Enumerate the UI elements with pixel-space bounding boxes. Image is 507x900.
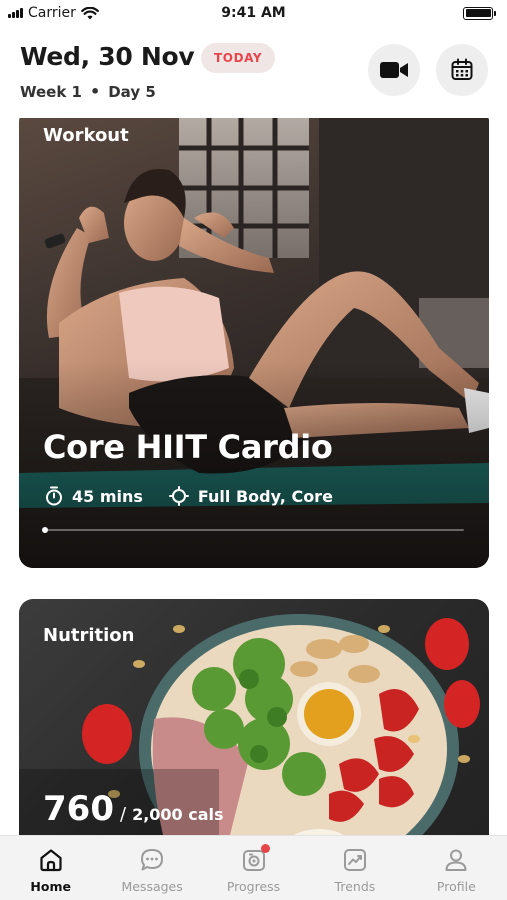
stopwatch-icon [46,486,62,506]
signal-icon [8,8,23,18]
carrier-name: Carrier [28,5,76,21]
workout-meta: 45 mins Full Body, Core [45,486,349,506]
calorie-summary: 760 / 2,000 cals [43,789,224,829]
tab-home-label: Home [30,879,71,894]
today-badge[interactable]: TODAY [201,43,276,73]
tab-bar: Home Messages Progress Trends Profile [0,835,507,900]
week-label: Week 1 [20,82,82,101]
tab-progress[interactable]: Progress [203,836,304,900]
tab-progress-label: Progress [226,879,281,894]
home-icon [40,849,62,872]
nutrition-card[interactable]: Nutrition 760 / 2,000 cals [19,599,489,835]
workout-label: Workout [43,125,129,146]
separator-dot: • [90,82,101,101]
workout-progress-bar [42,527,464,533]
tab-trends-label: Trends [334,879,376,894]
workout-title: Core HIIT Cardio [43,428,333,466]
tab-home[interactable]: Home [0,836,101,900]
status-bar: Carrier 9:41 AM [0,0,507,26]
calorie-separator: / [119,804,127,825]
workout-duration: 45 mins [72,486,143,506]
tab-trends[interactable]: Trends [304,836,405,900]
day-label: Day 5 [108,82,156,101]
status-left: Carrier [8,5,99,21]
progress-notification-dot [260,844,270,853]
video-camera-icon [380,62,408,78]
tab-profile[interactable]: Profile [406,836,507,900]
tab-messages[interactable]: Messages [101,836,202,900]
feed[interactable]: Workout Core HIIT Cardio 45 mins Full Bo… [0,118,507,835]
duration-item: 45 mins [45,486,143,506]
page-title: Wed, 30 Nov [20,42,195,71]
tab-profile-label: Profile [436,879,476,894]
chat-icon [141,849,164,871]
wifi-icon [80,6,99,19]
calendar-icon [451,58,473,80]
target-crosshair-icon [168,486,189,506]
nutrition-label: Nutrition [43,625,135,646]
workout-progress-knob [42,527,48,533]
calendar-button[interactable] [436,44,488,96]
calories-consumed: 760 [43,789,114,829]
battery-icon [463,6,496,20]
tab-messages-label: Messages [121,879,183,894]
workout-focus: Full Body, Core [197,486,333,506]
week-day-subtitle: Week 1 • Day 5 [20,82,156,101]
focus-item: Full Body, Core [168,486,333,506]
trend-chart-icon [343,849,366,871]
user-icon [445,849,467,871]
calorie-target: 2,000 cals [132,805,224,824]
header: Wed, 30 Nov TODAY Week 1 • Day 5 [0,34,507,114]
workout-card[interactable]: Workout Core HIIT Cardio 45 mins Full Bo… [19,118,489,568]
video-call-button[interactable] [368,44,420,96]
